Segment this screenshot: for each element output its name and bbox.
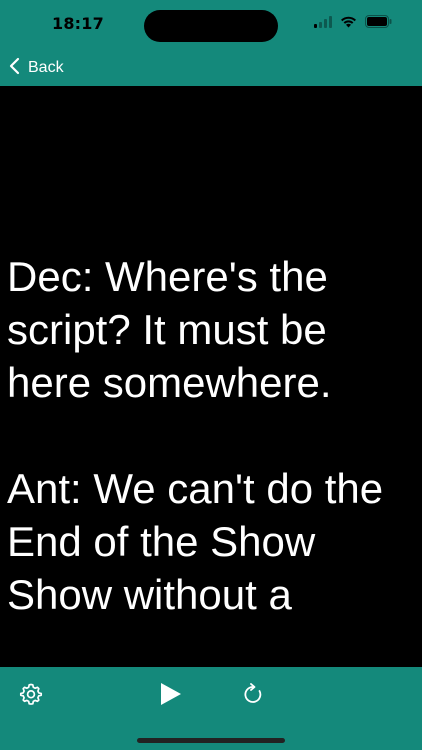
gear-icon xyxy=(19,682,43,711)
script-view[interactable]: Dec: Where's the script? It must be here… xyxy=(0,86,422,667)
navigation-bar: Back xyxy=(0,50,422,86)
status-icons xyxy=(314,15,392,33)
status-time: 18:17 xyxy=(52,14,104,33)
status-bar: 18:17 xyxy=(0,0,422,50)
signal-icon xyxy=(314,15,332,33)
back-label: Back xyxy=(28,59,64,76)
back-button[interactable]: Back xyxy=(8,56,64,80)
refresh-icon xyxy=(241,682,265,711)
script-reader-screen: 18:17 Back Dec: Where's the script? It m… xyxy=(0,0,422,750)
refresh-button[interactable] xyxy=(236,679,270,713)
wifi-icon xyxy=(340,15,357,33)
home-indicator[interactable] xyxy=(137,738,285,743)
top-bar: 18:17 Back xyxy=(0,0,422,86)
settings-button[interactable] xyxy=(14,679,48,713)
script-text: Dec: Where's the script? It must be here… xyxy=(7,253,384,618)
dynamic-island xyxy=(144,10,278,42)
battery-icon xyxy=(365,15,392,33)
play-icon xyxy=(156,680,184,713)
chevron-left-icon xyxy=(8,57,22,80)
play-button[interactable] xyxy=(153,679,187,713)
